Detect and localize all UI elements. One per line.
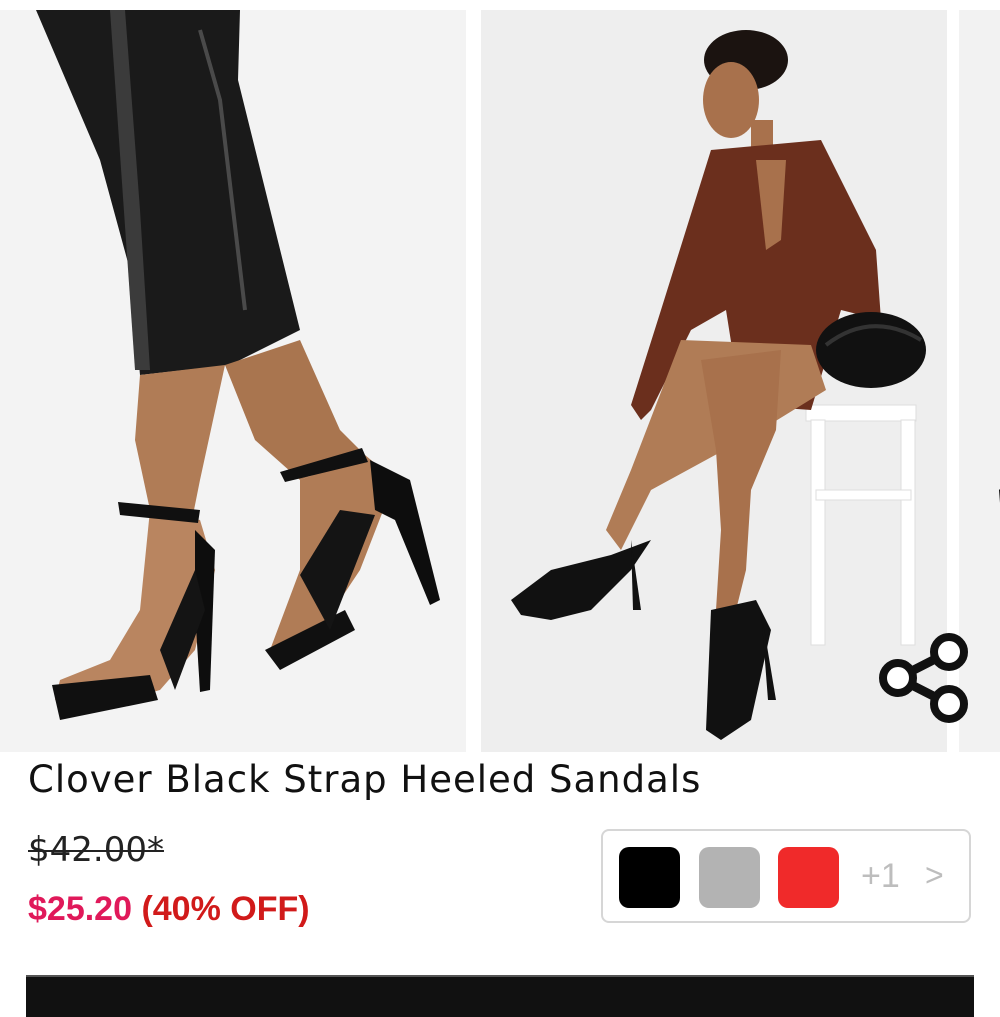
sale-price: $25.20 (28, 890, 132, 928)
swatch-red[interactable] (778, 847, 839, 908)
discount-label: (40% OFF) (141, 890, 310, 928)
product-photo-closeup[interactable] (0, 10, 466, 752)
chevron-right-icon[interactable]: > (925, 857, 944, 894)
more-colors-count[interactable]: +1 (861, 857, 900, 896)
product-title: Clover Black Strap Heeled Sandals (28, 758, 702, 801)
add-to-bag-button[interactable] (26, 975, 974, 1017)
sale-price-line: $25.20 (40% OFF) (28, 890, 310, 929)
product-image-gallery[interactable] (0, 0, 1000, 755)
swatch-black[interactable] (619, 847, 680, 908)
share-button[interactable] (876, 632, 972, 724)
swatch-grey[interactable] (699, 847, 760, 908)
share-icon (879, 633, 968, 723)
color-swatch-selector[interactable]: +1 > (601, 829, 971, 923)
original-price: $42.00* (28, 830, 164, 870)
